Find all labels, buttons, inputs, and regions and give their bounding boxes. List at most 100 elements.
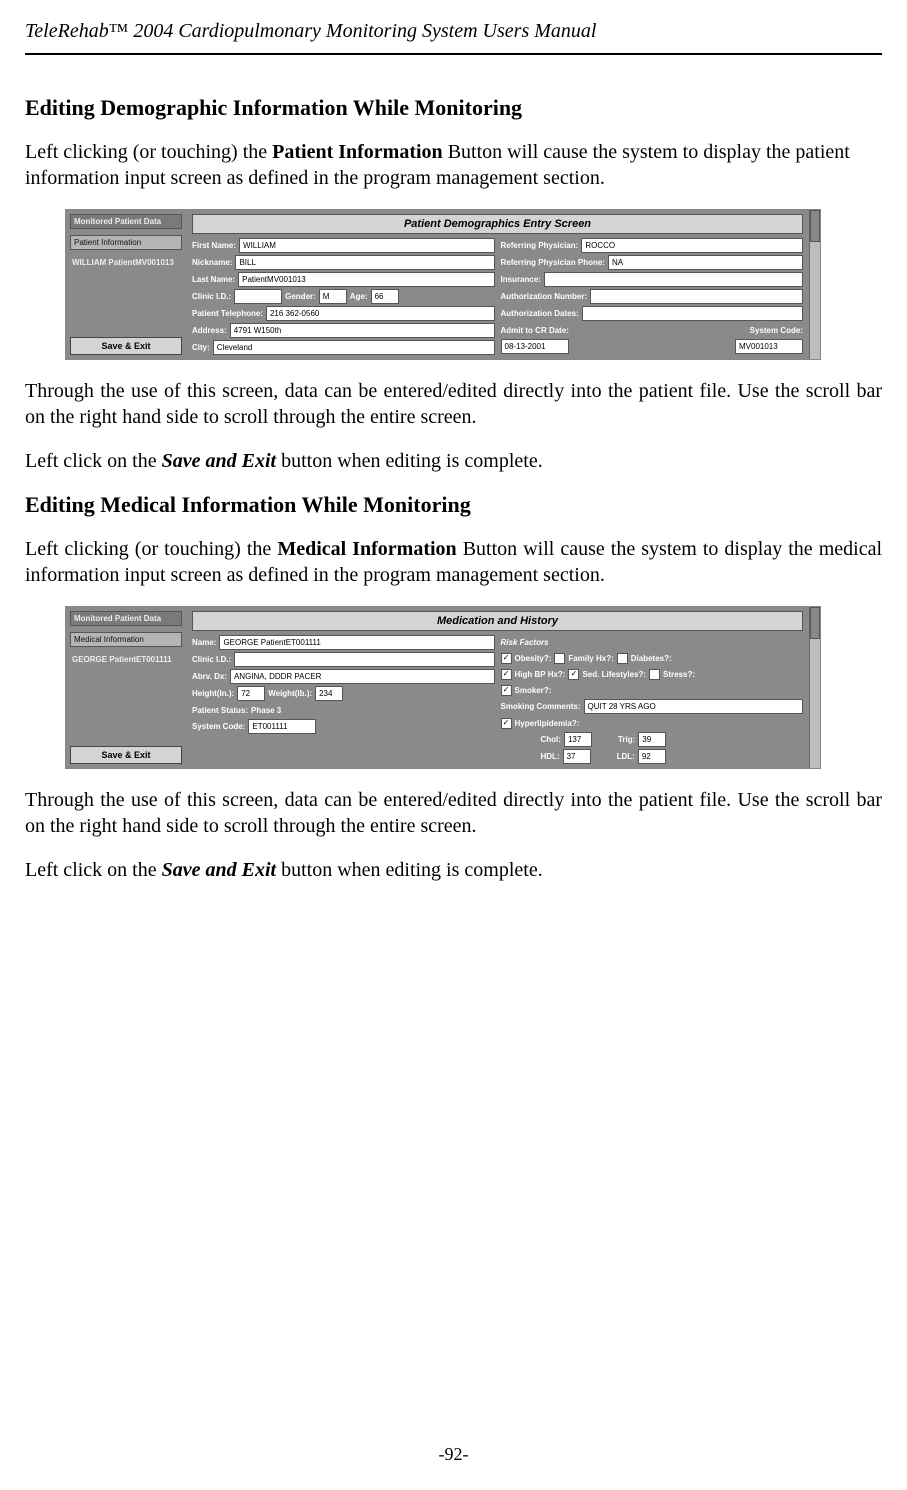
scrollbar-thumb[interactable]: [810, 210, 820, 242]
clinic-id-input[interactable]: [234, 289, 282, 304]
abrv-dx-label: Abrv. Dx:: [192, 672, 227, 681]
system-code-label: System Code:: [192, 722, 245, 731]
stress-label: Stress?:: [663, 670, 695, 679]
auth-dates-label: Authorization Dates:: [501, 309, 579, 318]
ldl-label: LDL:: [617, 752, 635, 761]
auth-number-label: Authorization Number:: [501, 292, 588, 301]
text: Left click on the: [25, 859, 162, 881]
family-hx-checkbox[interactable]: [554, 653, 565, 664]
auth-dates-input[interactable]: [582, 306, 803, 321]
last-name-label: Last Name:: [192, 275, 235, 284]
gender-input[interactable]: M: [319, 289, 347, 304]
page-number: -92-: [0, 1444, 907, 1465]
obesity-checkbox[interactable]: ✓: [501, 653, 512, 664]
ref-physician-label: Referring Physician:: [501, 241, 579, 250]
smoker-checkbox[interactable]: ✓: [501, 685, 512, 696]
screen-title: Medication and History: [192, 611, 803, 631]
section2-p3: Left click on the Save and Exit button w…: [25, 857, 882, 883]
ref-physician-input[interactable]: ROCCO: [581, 238, 803, 253]
insurance-input[interactable]: [544, 272, 803, 287]
section1-heading: Editing Demographic Information While Mo…: [25, 95, 882, 121]
weight-input[interactable]: 234: [315, 686, 343, 701]
patient-status-label: Patient Status:: [192, 706, 248, 715]
header-title-rest: 2004 Cardiopulmonary Monitoring System U…: [128, 20, 596, 42]
chol-label: Chol:: [541, 735, 561, 744]
weight-label: Weight(lb.):: [268, 689, 312, 698]
admit-date-input[interactable]: 08-13-2001: [501, 339, 569, 354]
patient-identifier: WILLIAM PatientMV001013: [70, 256, 182, 269]
section1-p3: Left click on the Save and Exit button w…: [25, 448, 882, 474]
left-column: Name:GEORGE PatientET001111 Clinic I.D.:…: [192, 635, 495, 764]
phone-label: Patient Telephone:: [192, 309, 263, 318]
smoking-comments-label: Smoking Comments:: [501, 702, 581, 711]
patient-identifier: GEORGE PatientET001111: [70, 653, 182, 666]
sed-lifestyle-label: Sed. Lifestyles?:: [582, 670, 646, 679]
high-bp-checkbox[interactable]: ✓: [501, 669, 512, 680]
stress-checkbox[interactable]: [649, 669, 660, 680]
hdl-input[interactable]: 37: [563, 749, 591, 764]
chol-input[interactable]: 137: [564, 732, 592, 747]
ldl-input[interactable]: 92: [638, 749, 666, 764]
medical-info-button-ref: Medical Information: [277, 538, 456, 560]
nickname-input[interactable]: BILL: [235, 255, 494, 270]
section2-intro: Left clicking (or touching) the Medical …: [25, 536, 882, 588]
diabetes-label: Diabetes?:: [631, 654, 672, 663]
demographics-screenshot: Monitored Patient Data Patient Informati…: [65, 209, 821, 360]
save-and-exit-ref: Save and Exit: [162, 859, 276, 881]
clinic-id-input[interactable]: [234, 652, 494, 667]
first-name-input[interactable]: WILLIAM: [239, 238, 494, 253]
system-code-input[interactable]: MV001013: [735, 339, 803, 354]
first-name-label: First Name:: [192, 241, 236, 250]
tab-medical-information[interactable]: Medical Information: [70, 632, 182, 647]
auth-number-input[interactable]: [590, 289, 803, 304]
last-name-input[interactable]: PatientMV001013: [238, 272, 494, 287]
ref-physician-phone-input[interactable]: NA: [608, 255, 803, 270]
trig-input[interactable]: 39: [638, 732, 666, 747]
age-input[interactable]: 66: [371, 289, 399, 304]
diabetes-checkbox[interactable]: [617, 653, 628, 664]
text: Left clicking (or touching) the: [25, 538, 277, 560]
smoking-comments-input[interactable]: QUIT 28 YRS AGO: [584, 699, 803, 714]
gender-label: Gender:: [285, 292, 316, 301]
name-label: Name:: [192, 638, 216, 647]
save-exit-button[interactable]: Save & Exit: [70, 746, 182, 764]
document-page: TeleRehab™ 2004 Cardiopulmonary Monitori…: [0, 0, 907, 1490]
obesity-label: Obesity?:: [515, 654, 552, 663]
hyperlipidemia-label: Hyperlipidemia?:: [515, 719, 580, 728]
height-input[interactable]: 72: [237, 686, 265, 701]
abrv-dx-input[interactable]: ANGINA, DDDR PACER: [230, 669, 495, 684]
age-label: Age:: [350, 292, 368, 301]
tab-monitored-patient-data[interactable]: Monitored Patient Data: [70, 214, 182, 229]
save-exit-button[interactable]: Save & Exit: [70, 337, 182, 355]
admit-date-label: Admit to CR Date:: [501, 326, 569, 335]
name-input[interactable]: GEORGE PatientET001111: [219, 635, 494, 650]
scrollbar[interactable]: [809, 607, 820, 768]
address-input[interactable]: 4791 W150th: [230, 323, 495, 338]
hdl-label: HDL:: [541, 752, 560, 761]
sidebar: Monitored Patient Data Medical Informati…: [66, 607, 186, 768]
tab-patient-information[interactable]: Patient Information: [70, 235, 182, 250]
header-title-product: TeleRehab: [25, 20, 109, 42]
hyperlipidemia-checkbox[interactable]: ✓: [501, 718, 512, 729]
section1-p2: Through the use of this screen, data can…: [25, 378, 882, 430]
city-label: City:: [192, 343, 210, 352]
tab-monitored-patient-data[interactable]: Monitored Patient Data: [70, 611, 182, 626]
high-bp-label: High BP Hx?:: [515, 670, 566, 679]
medical-info-screenshot: Monitored Patient Data Medical Informati…: [65, 606, 821, 769]
clinic-id-label: Clinic I.D.:: [192, 655, 231, 664]
nickname-label: Nickname:: [192, 258, 232, 267]
patient-status-value: Phase 3: [251, 706, 281, 715]
phone-input[interactable]: 216 362-0560: [266, 306, 495, 321]
city-input[interactable]: Cleveland: [213, 340, 495, 355]
text: button when editing is complete.: [276, 450, 543, 472]
section2-heading: Editing Medical Information While Monito…: [25, 492, 882, 518]
form-area: Patient Demographics Entry Screen First …: [186, 210, 809, 359]
sed-lifestyle-checkbox[interactable]: ✓: [568, 669, 579, 680]
patient-info-button-ref: Patient Information: [272, 141, 443, 163]
right-column: Referring Physician:ROCCO Referring Phys…: [501, 238, 804, 355]
scrollbar[interactable]: [809, 210, 820, 359]
system-code-input[interactable]: ET001111: [248, 719, 316, 734]
insurance-label: Insurance:: [501, 275, 541, 284]
scrollbar-thumb[interactable]: [810, 607, 820, 639]
trig-label: Trig:: [618, 735, 635, 744]
